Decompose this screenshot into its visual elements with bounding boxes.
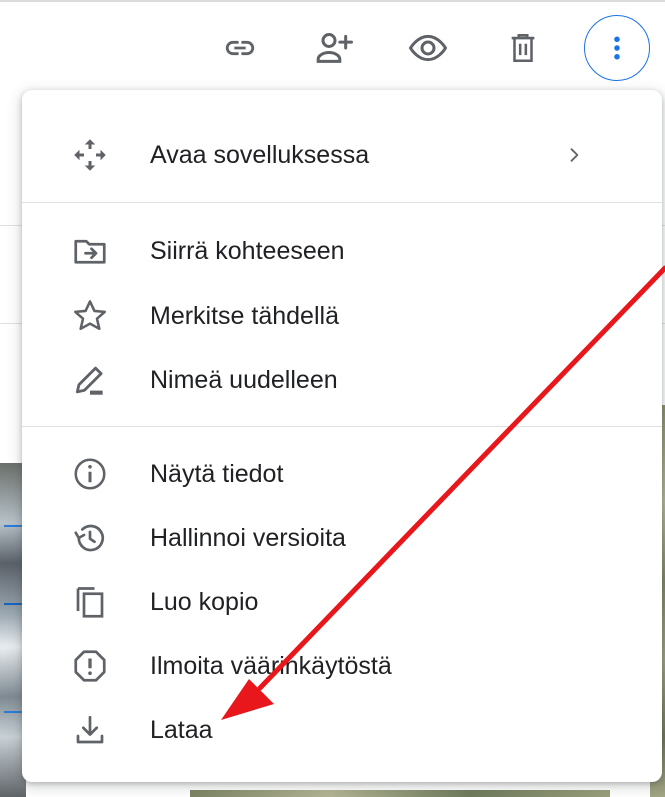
info-icon: [70, 454, 110, 494]
copy-icon: [70, 582, 110, 622]
eye-icon: [408, 28, 448, 68]
menu-item-report-abuse[interactable]: Ilmoita väärinkäytöstä: [22, 636, 662, 696]
more-actions-button[interactable]: [584, 15, 650, 81]
report-icon: [70, 646, 110, 686]
page-top-border: [0, 0, 665, 2]
menu-item-label: Siirrä kohteeseen: [150, 236, 345, 265]
menu-item-download[interactable]: Lataa: [22, 700, 662, 760]
menu-item-rename[interactable]: Nimeä uudelleen: [22, 350, 662, 410]
more-actions-menu: Avaa sovelluksessa Siirrä kohteeseen Mer…: [22, 90, 662, 782]
menu-item-star[interactable]: Merkitse tähdellä: [22, 286, 662, 346]
rename-pencil-icon: [70, 360, 110, 400]
history-icon: [70, 518, 110, 558]
copy-link-button[interactable]: [208, 16, 272, 80]
menu-item-make-copy[interactable]: Luo kopio: [22, 572, 662, 632]
menu-item-label: Avaa sovelluksessa: [150, 140, 370, 169]
move-to-folder-icon: [70, 231, 110, 271]
add-person-icon: [314, 28, 354, 68]
remove-button[interactable]: [491, 16, 555, 80]
menu-item-move-to[interactable]: Siirrä kohteeseen: [22, 221, 662, 281]
menu-item-label: Luo kopio: [150, 587, 259, 616]
menu-item-label: Nimeä uudelleen: [150, 365, 338, 394]
preview-button[interactable]: [396, 16, 460, 80]
download-icon: [70, 710, 110, 750]
share-button[interactable]: [302, 16, 366, 80]
chevron-right-icon: [562, 143, 586, 167]
menu-item-label: Lataa: [150, 715, 213, 744]
menu-item-label: Näytä tiedot: [150, 459, 284, 488]
menu-divider: [22, 426, 662, 427]
menu-item-label: Hallinnoi versioita: [150, 523, 346, 552]
trash-icon: [506, 30, 540, 66]
menu-item-details[interactable]: Näytä tiedot: [22, 444, 662, 504]
menu-item-label: Merkitse tähdellä: [150, 301, 339, 330]
menu-item-versions[interactable]: Hallinnoi versioita: [22, 508, 662, 568]
file-thumbnail-bottom: [190, 790, 610, 797]
star-icon: [70, 296, 110, 336]
more-vert-icon: [602, 33, 632, 63]
menu-item-label: Ilmoita väärinkäytöstä: [150, 651, 392, 680]
menu-divider: [22, 202, 662, 203]
open-with-icon: [70, 135, 110, 175]
menu-item-open-with[interactable]: Avaa sovelluksessa: [22, 125, 662, 185]
link-icon: [223, 31, 257, 65]
